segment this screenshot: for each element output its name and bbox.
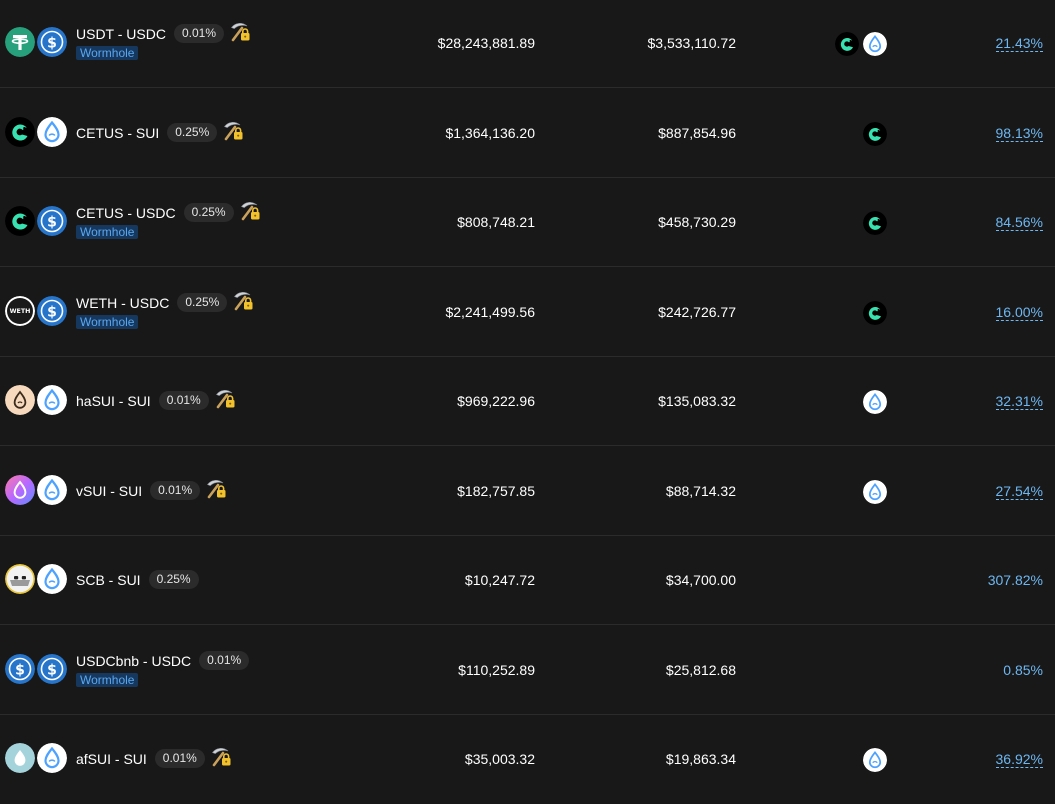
pickaxe-lock-icon [209, 745, 233, 769]
weth-icon: WETH [5, 296, 35, 326]
svg-text:$: $ [47, 662, 57, 678]
apr-value[interactable]: 32.31% [995, 393, 1043, 410]
tvl-value: $182,757.85 [457, 483, 535, 499]
tvl-value: $28,243,881.89 [437, 35, 535, 51]
svg-text:WETH: WETH [10, 308, 31, 315]
fee-tier-badge: 0.01% [199, 651, 250, 670]
volume-value: $458,730.29 [658, 214, 736, 230]
pair-name[interactable]: SCB - SUI [76, 572, 141, 588]
fee-tier-badge: 0.01% [150, 481, 201, 500]
volume-value: $25,812.68 [665, 662, 736, 678]
pair-name[interactable]: afSUI - SUI [76, 751, 147, 767]
sui-icon [37, 564, 67, 594]
table-row[interactable]: haSUI - SUI 0.01% $969,222.96 $135,083.32 3… [0, 357, 1055, 446]
pickaxe-lock-icon [231, 289, 255, 313]
apr-value[interactable]: 21.43% [995, 35, 1043, 52]
sui-icon [863, 390, 887, 414]
pickaxe-lock-icon [228, 20, 252, 44]
apr-value[interactable]: 16.00% [995, 304, 1043, 321]
pair-name[interactable]: USDT - USDC [76, 26, 166, 42]
tvl-value: $1,364,136.20 [445, 125, 535, 141]
usdc-icon: $ [37, 654, 67, 684]
sui-icon [863, 32, 887, 56]
table-row[interactable]: vSUI - SUI 0.01% $182,757.85 $88,714.32 27.… [0, 447, 1055, 536]
pickaxe-lock-icon [238, 199, 262, 223]
table-row[interactable]: afSUI - SUI 0.01% $35,003.32 $19,863.34 36.… [0, 715, 1055, 804]
cetus-icon [5, 117, 35, 147]
pair-name[interactable]: CETUS - USDC [76, 205, 176, 221]
pair-name[interactable]: vSUI - SUI [76, 483, 142, 499]
pickaxe-lock-icon [204, 477, 228, 501]
usdt-icon [5, 27, 35, 57]
pair-name[interactable]: WETH - USDC [76, 295, 169, 311]
volume-value: $88,714.32 [665, 483, 736, 499]
volume-value: $887,854.96 [658, 125, 736, 141]
pair-name[interactable]: CETUS - SUI [76, 125, 159, 141]
pickaxe-lock-icon [221, 119, 245, 143]
wormhole-badge: Wormhole [76, 673, 139, 687]
sui-icon [37, 117, 67, 147]
usdc-icon: $ [37, 206, 67, 236]
apr-value[interactable]: 84.56% [995, 214, 1043, 231]
table-row[interactable]: SCB - SUI 0.25% $10,247.72 $34,700.00 307.82… [0, 536, 1055, 625]
volume-value: $242,726.77 [658, 304, 736, 320]
volume-value: $3,533,110.72 [647, 35, 737, 51]
usdc-icon: $ [37, 27, 67, 57]
sui-icon [863, 480, 887, 504]
svg-text:$: $ [47, 214, 57, 230]
volume-value: $34,700.00 [665, 572, 736, 588]
sui-icon [37, 475, 67, 505]
tvl-value: $10,247.72 [464, 572, 535, 588]
svg-text:$: $ [47, 35, 57, 51]
apr-value[interactable]: 307.82% [988, 572, 1043, 588]
sui-icon [37, 743, 67, 773]
wormhole-badge: Wormhole [76, 46, 139, 60]
cetus-icon [863, 122, 887, 146]
apr-value[interactable]: 0.85% [1003, 662, 1043, 678]
table-row[interactable]: WETH $ WETH - USDC 0.25% Wormhole $2,241,499… [0, 268, 1055, 357]
svg-text:$: $ [47, 304, 57, 320]
vsui-icon [5, 475, 35, 505]
table-row[interactable]: CETUS - SUI 0.25% $1,364,136.20 $887,854.9… [0, 89, 1055, 178]
table-row[interactable]: $ USDT - USDC 0.01% Wormhole $28,243,881.89… [0, 0, 1055, 88]
cetus-icon [5, 206, 35, 236]
fee-tier-badge: 0.25% [183, 203, 234, 222]
hasui-icon [5, 385, 35, 415]
tvl-value: $2,241,499.56 [445, 304, 535, 320]
sui-icon [37, 385, 67, 415]
svg-text:$: $ [15, 662, 25, 678]
fee-tier-badge: 0.25% [148, 570, 199, 589]
sui-icon [863, 748, 887, 772]
usdc-icon: $ [37, 296, 67, 326]
afsui-icon [5, 743, 35, 773]
fee-tier-badge: 0.25% [167, 123, 218, 142]
usdc-icon: $ [5, 654, 35, 684]
tvl-value: $35,003.32 [464, 751, 535, 767]
wormhole-badge: Wormhole [76, 315, 139, 329]
scb-icon [5, 564, 35, 594]
volume-value: $135,083.32 [658, 393, 736, 409]
tvl-value: $110,252.89 [458, 662, 535, 678]
fee-tier-badge: 0.01% [154, 749, 205, 768]
table-row[interactable]: $ $ USDCbnb - USDC 0.01% Wormhole $110,252.89… [0, 626, 1055, 715]
fee-tier-badge: 0.01% [173, 24, 224, 43]
pair-name[interactable]: USDCbnb - USDC [76, 653, 191, 669]
cetus-icon [835, 32, 859, 56]
fee-tier-badge: 0.25% [177, 293, 228, 312]
tvl-value: $969,222.96 [457, 393, 535, 409]
pair-name[interactable]: haSUI - SUI [76, 393, 151, 409]
wormhole-badge: Wormhole [76, 225, 139, 239]
cetus-icon [863, 301, 887, 325]
cetus-icon [863, 211, 887, 235]
volume-value: $19,863.34 [665, 751, 736, 767]
apr-value[interactable]: 98.13% [995, 125, 1043, 142]
tvl-value: $808,748.21 [457, 214, 535, 230]
table-row[interactable]: $ CETUS - USDC 0.25% Wormhole $808,748.21 $4… [0, 178, 1055, 267]
apr-value[interactable]: 27.54% [995, 483, 1043, 500]
apr-value[interactable]: 36.92% [995, 751, 1043, 768]
pickaxe-lock-icon [213, 387, 237, 411]
fee-tier-badge: 0.01% [158, 391, 209, 410]
